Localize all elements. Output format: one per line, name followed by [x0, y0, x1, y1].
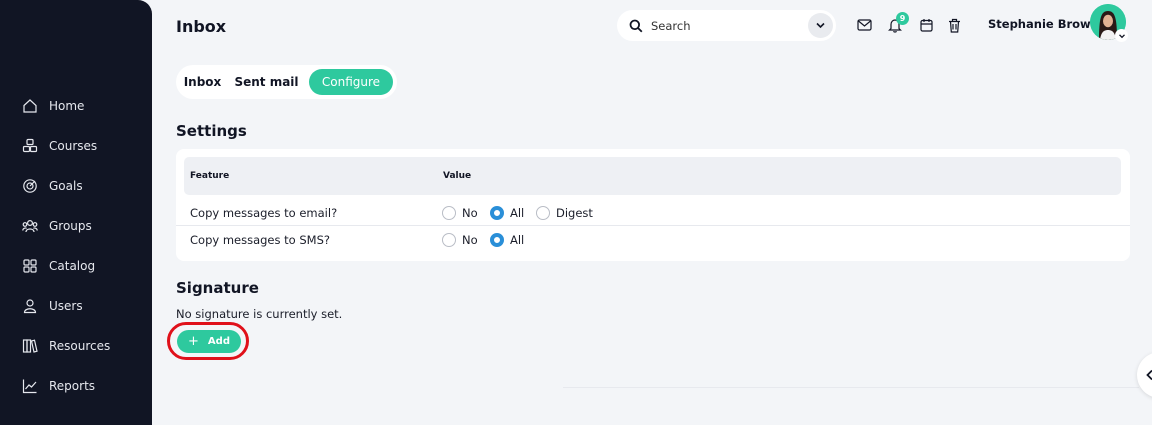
- books-icon: [22, 339, 38, 353]
- sidebar-item-label: Reports: [49, 379, 96, 393]
- sidebar-item-label: Resources: [49, 339, 111, 353]
- radio-label: No: [462, 206, 478, 220]
- target-icon: [23, 179, 37, 193]
- radio-button-selected[interactable]: [490, 206, 504, 220]
- radio-button[interactable]: [442, 233, 456, 247]
- radio-email-no[interactable]: No: [442, 206, 478, 220]
- groups-icon: [22, 219, 38, 233]
- tab-bar: Inbox Sent mail Configure: [176, 65, 397, 99]
- tab-inbox[interactable]: Inbox: [181, 69, 224, 95]
- user-name: Stephanie Brown: [988, 17, 1099, 31]
- radio-label: All: [510, 206, 525, 220]
- sidebar-item-goals[interactable]: Goals: [22, 176, 83, 196]
- radio-email-all[interactable]: All: [490, 206, 524, 220]
- home-icon: [23, 99, 37, 113]
- sidebar: Home Courses Goals Groups Catalog Users …: [0, 0, 152, 425]
- calendar-icon: [919, 19, 933, 32]
- tab-sent-mail[interactable]: Sent mail: [232, 69, 301, 95]
- column-header-feature: Feature: [190, 171, 230, 181]
- courses-icon: [22, 138, 38, 153]
- sidebar-item-label: Users: [49, 299, 83, 313]
- sidebar-item-groups[interactable]: Groups: [22, 216, 92, 236]
- search-dropdown-button[interactable]: [808, 13, 833, 38]
- sidebar-item-label: Goals: [49, 179, 83, 193]
- sidebar-item-label: Groups: [49, 219, 92, 233]
- user-icon: [23, 299, 37, 314]
- calendar-button[interactable]: [917, 16, 935, 34]
- signature-status: No signature is currently set.: [176, 307, 343, 321]
- table-row: Copy messages to SMS? No All: [176, 227, 1130, 254]
- settings-table: Feature Value Copy messages to email? No…: [176, 149, 1130, 261]
- sidebar-item-courses[interactable]: Courses: [22, 136, 97, 156]
- sidebar-item-reports[interactable]: Reports: [22, 376, 95, 396]
- trash-button[interactable]: [945, 16, 963, 34]
- divider: [563, 387, 1139, 388]
- chevron-left-icon: [1146, 369, 1152, 381]
- table-header: Feature Value: [184, 157, 1121, 195]
- radio-sms-no[interactable]: No: [442, 233, 478, 247]
- row-divider: [176, 225, 1130, 226]
- panel-toggle-button[interactable]: [1137, 352, 1152, 398]
- sidebar-item-home[interactable]: Home: [22, 96, 84, 116]
- add-signature-button[interactable]: + Add: [177, 330, 241, 353]
- search-icon: [629, 19, 643, 32]
- notification-badge: 9: [896, 12, 909, 25]
- add-button-label: Add: [207, 336, 230, 347]
- feature-label: Copy messages to SMS?: [190, 233, 330, 247]
- radio-button[interactable]: [442, 206, 456, 220]
- mail-button[interactable]: [855, 16, 873, 34]
- sidebar-item-users[interactable]: Users: [22, 296, 83, 316]
- search-input[interactable]: [651, 18, 791, 33]
- search-bar[interactable]: [617, 10, 836, 41]
- mail-icon: [856, 19, 872, 31]
- plus-icon: +: [188, 334, 199, 349]
- grid-icon: [23, 259, 37, 273]
- signature-heading: Signature: [176, 279, 259, 297]
- radio-label: Digest: [556, 206, 593, 220]
- settings-heading: Settings: [176, 122, 247, 140]
- radio-label: All: [510, 233, 525, 247]
- sidebar-item-catalog[interactable]: Catalog: [22, 256, 95, 276]
- sidebar-item-label: Home: [49, 99, 85, 113]
- chart-icon: [22, 379, 37, 394]
- page-title: Inbox: [176, 17, 227, 36]
- account-menu-button[interactable]: [1115, 29, 1128, 42]
- chevron-down-icon: [1118, 33, 1125, 38]
- tab-configure[interactable]: Configure: [309, 69, 393, 95]
- feature-label: Copy messages to email?: [190, 206, 338, 220]
- radio-button[interactable]: [536, 206, 550, 220]
- radio-button-selected[interactable]: [490, 233, 504, 247]
- sidebar-item-label: Courses: [49, 139, 98, 153]
- sidebar-item-label: Catalog: [49, 259, 96, 273]
- radio-sms-all[interactable]: All: [490, 233, 524, 247]
- radio-email-digest[interactable]: Digest: [536, 206, 593, 220]
- table-row: Copy messages to email? No All Digest: [176, 200, 1130, 227]
- trash-icon: [948, 18, 960, 33]
- radio-label: No: [462, 233, 478, 247]
- chevron-down-icon: [816, 22, 825, 29]
- column-header-value: Value: [443, 171, 472, 181]
- sidebar-item-resources[interactable]: Resources: [22, 336, 110, 356]
